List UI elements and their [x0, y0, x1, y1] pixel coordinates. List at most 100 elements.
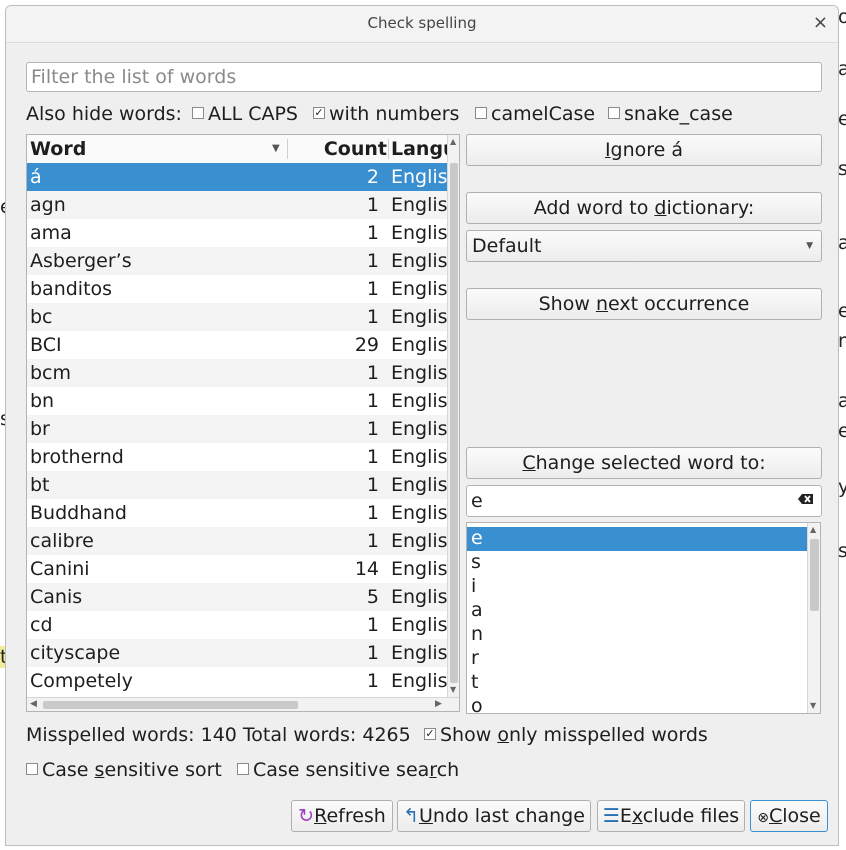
table-row[interactable]: calibre 1 English [27, 527, 447, 555]
column-header-language[interactable]: Langu [391, 138, 447, 160]
filter-words-input[interactable] [26, 62, 822, 92]
scroll-right-icon[interactable]: ▶ [435, 699, 442, 709]
horizontal-scrollbar[interactable]: ◀ ▶ [27, 697, 459, 711]
checkbox-snake-case[interactable]: snake_case [608, 103, 733, 125]
suggestion-item[interactable]: s [467, 551, 807, 575]
table-row[interactable]: ama 1 English [27, 219, 447, 247]
replacement-word-input[interactable] [466, 485, 822, 517]
language-cell: English [391, 250, 447, 272]
scrollbar-thumb[interactable] [450, 163, 458, 683]
count-cell: 1 [366, 502, 379, 524]
title-bar: Check spelling × [6, 6, 838, 43]
table-row[interactable]: br 1 English [27, 415, 447, 443]
table-row[interactable]: bc 1 English [27, 303, 447, 331]
checkbox-show-only-misspelled[interactable]: ✓ Show only misspelled words [424, 724, 708, 746]
word-cell: bn [30, 390, 55, 412]
language-cell: English [391, 166, 447, 188]
language-cell: English [391, 474, 447, 496]
scroll-up-icon[interactable]: ▲ [810, 525, 816, 534]
checkbox-icon[interactable] [608, 106, 620, 119]
checkbox-all-caps[interactable]: ALL CAPS [192, 103, 298, 125]
table-row[interactable]: brothernd 1 English [27, 443, 447, 471]
table-row[interactable]: Buddhand 1 English [27, 499, 447, 527]
scroll-left-icon[interactable]: ◀ [30, 699, 37, 709]
table-row[interactable]: cityscape 1 English [27, 639, 447, 667]
checkbox-checked-icon[interactable]: ✓ [313, 106, 325, 119]
word-cell: bt [30, 474, 50, 496]
word-cell: bc [30, 306, 53, 328]
close-circle-icon: ⊗ [757, 810, 769, 826]
suggestion-item[interactable]: i [467, 575, 807, 599]
checkbox-case-sensitive-sort[interactable]: Case sensitive sort [26, 759, 222, 781]
clear-input-icon[interactable] [798, 490, 814, 506]
table-row[interactable]: bcm 1 English [27, 359, 447, 387]
table-row[interactable]: Asberger’s 1 English [27, 247, 447, 275]
vertical-scrollbar[interactable]: ▲ ▼ [447, 135, 459, 697]
bg-char: e [838, 108, 846, 130]
table-row[interactable]: á 2 English [27, 163, 447, 191]
suggestions-scrollbar[interactable]: ▲ ▼ [807, 523, 820, 713]
suggestion-item[interactable]: r [467, 647, 807, 671]
ignore-button[interactable]: Ignore á [466, 134, 822, 166]
refresh-button[interactable]: ↻Refresh [291, 800, 393, 832]
checkbox-icon[interactable] [192, 106, 204, 119]
word-cell: brothernd [30, 446, 124, 468]
count-cell: 1 [366, 362, 379, 384]
checkbox-case-sensitive-search[interactable]: Case sensitive search [237, 759, 459, 781]
count-cell: 1 [366, 222, 379, 244]
checkbox-icon[interactable] [26, 762, 38, 775]
table-row[interactable]: Canis 5 English [27, 583, 447, 611]
language-cell: English [391, 446, 447, 468]
suggestion-item[interactable]: o [467, 695, 807, 713]
show-next-occurrence-button[interactable]: Show next occurrence [466, 288, 822, 320]
count-cell: 1 [366, 614, 379, 636]
language-cell: English [391, 586, 447, 608]
table-row[interactable]: BCI 29 English [27, 331, 447, 359]
column-divider [388, 139, 389, 159]
scrollbar-thumb[interactable] [810, 539, 819, 611]
scroll-down-icon[interactable]: ▼ [810, 701, 816, 710]
table-row[interactable]: banditos 1 English [27, 275, 447, 303]
table-row[interactable]: bn 1 English [27, 387, 447, 415]
count-cell: 5 [366, 586, 379, 608]
language-cell: English [391, 502, 447, 524]
column-header-word[interactable]: Word [30, 138, 280, 160]
language-cell: English [391, 642, 447, 664]
change-selected-word-button[interactable]: Change selected word to: [466, 447, 822, 479]
count-cell: 1 [366, 278, 379, 300]
close-icon[interactable]: × [813, 12, 828, 33]
count-cell: 14 [354, 558, 379, 580]
table-row[interactable]: Competely 1 English [27, 667, 447, 695]
checkbox-icon[interactable] [237, 762, 249, 775]
undo-last-change-button[interactable]: ↰Undo last change [397, 800, 591, 832]
checkbox-with-numbers[interactable]: ✓ with numbers [313, 103, 459, 125]
checkbox-icon[interactable] [475, 106, 487, 119]
close-button[interactable]: ⊗Close [750, 800, 828, 832]
scroll-down-icon[interactable]: ▼ [450, 685, 456, 694]
exclude-files-button[interactable]: ☰Exclude files [597, 800, 745, 832]
scrollbar-thumb[interactable] [43, 701, 298, 709]
count-cell: 1 [366, 642, 379, 664]
word-count-status: Misspelled words: 140 Total words: 4265 [26, 724, 411, 746]
table-row[interactable]: agn 1 English [27, 191, 447, 219]
table-row[interactable]: Canini 14 English [27, 555, 447, 583]
table-row[interactable]: cd 1 English [27, 611, 447, 639]
suggestion-item[interactable]: n [467, 623, 807, 647]
checkbox-camelcase[interactable]: camelCase [475, 103, 595, 125]
chevron-down-icon: ▼ [806, 241, 813, 251]
suggestions-list[interactable]: esianrto ▲ ▼ [466, 522, 821, 714]
checkbox-checked-icon[interactable]: ✓ [424, 727, 436, 740]
add-word-button[interactable]: Add word to dictionary: [466, 192, 822, 224]
word-table[interactable]: Word ▼ Count Langu á2Englishagn1Englisha… [26, 134, 460, 712]
column-header-count[interactable]: Count [289, 138, 387, 160]
language-cell: English [391, 614, 447, 636]
table-row[interactable]: bt 1 English [27, 471, 447, 499]
scroll-up-icon[interactable]: ▲ [450, 137, 456, 146]
suggestion-item[interactable]: a [467, 599, 807, 623]
word-cell: Canini [30, 558, 90, 580]
language-cell: English [391, 670, 447, 692]
language-cell: English [391, 390, 447, 412]
suggestion-item[interactable]: e [467, 527, 807, 551]
suggestion-item[interactable]: t [467, 671, 807, 695]
dictionary-select[interactable]: Default ▼ [466, 230, 822, 262]
